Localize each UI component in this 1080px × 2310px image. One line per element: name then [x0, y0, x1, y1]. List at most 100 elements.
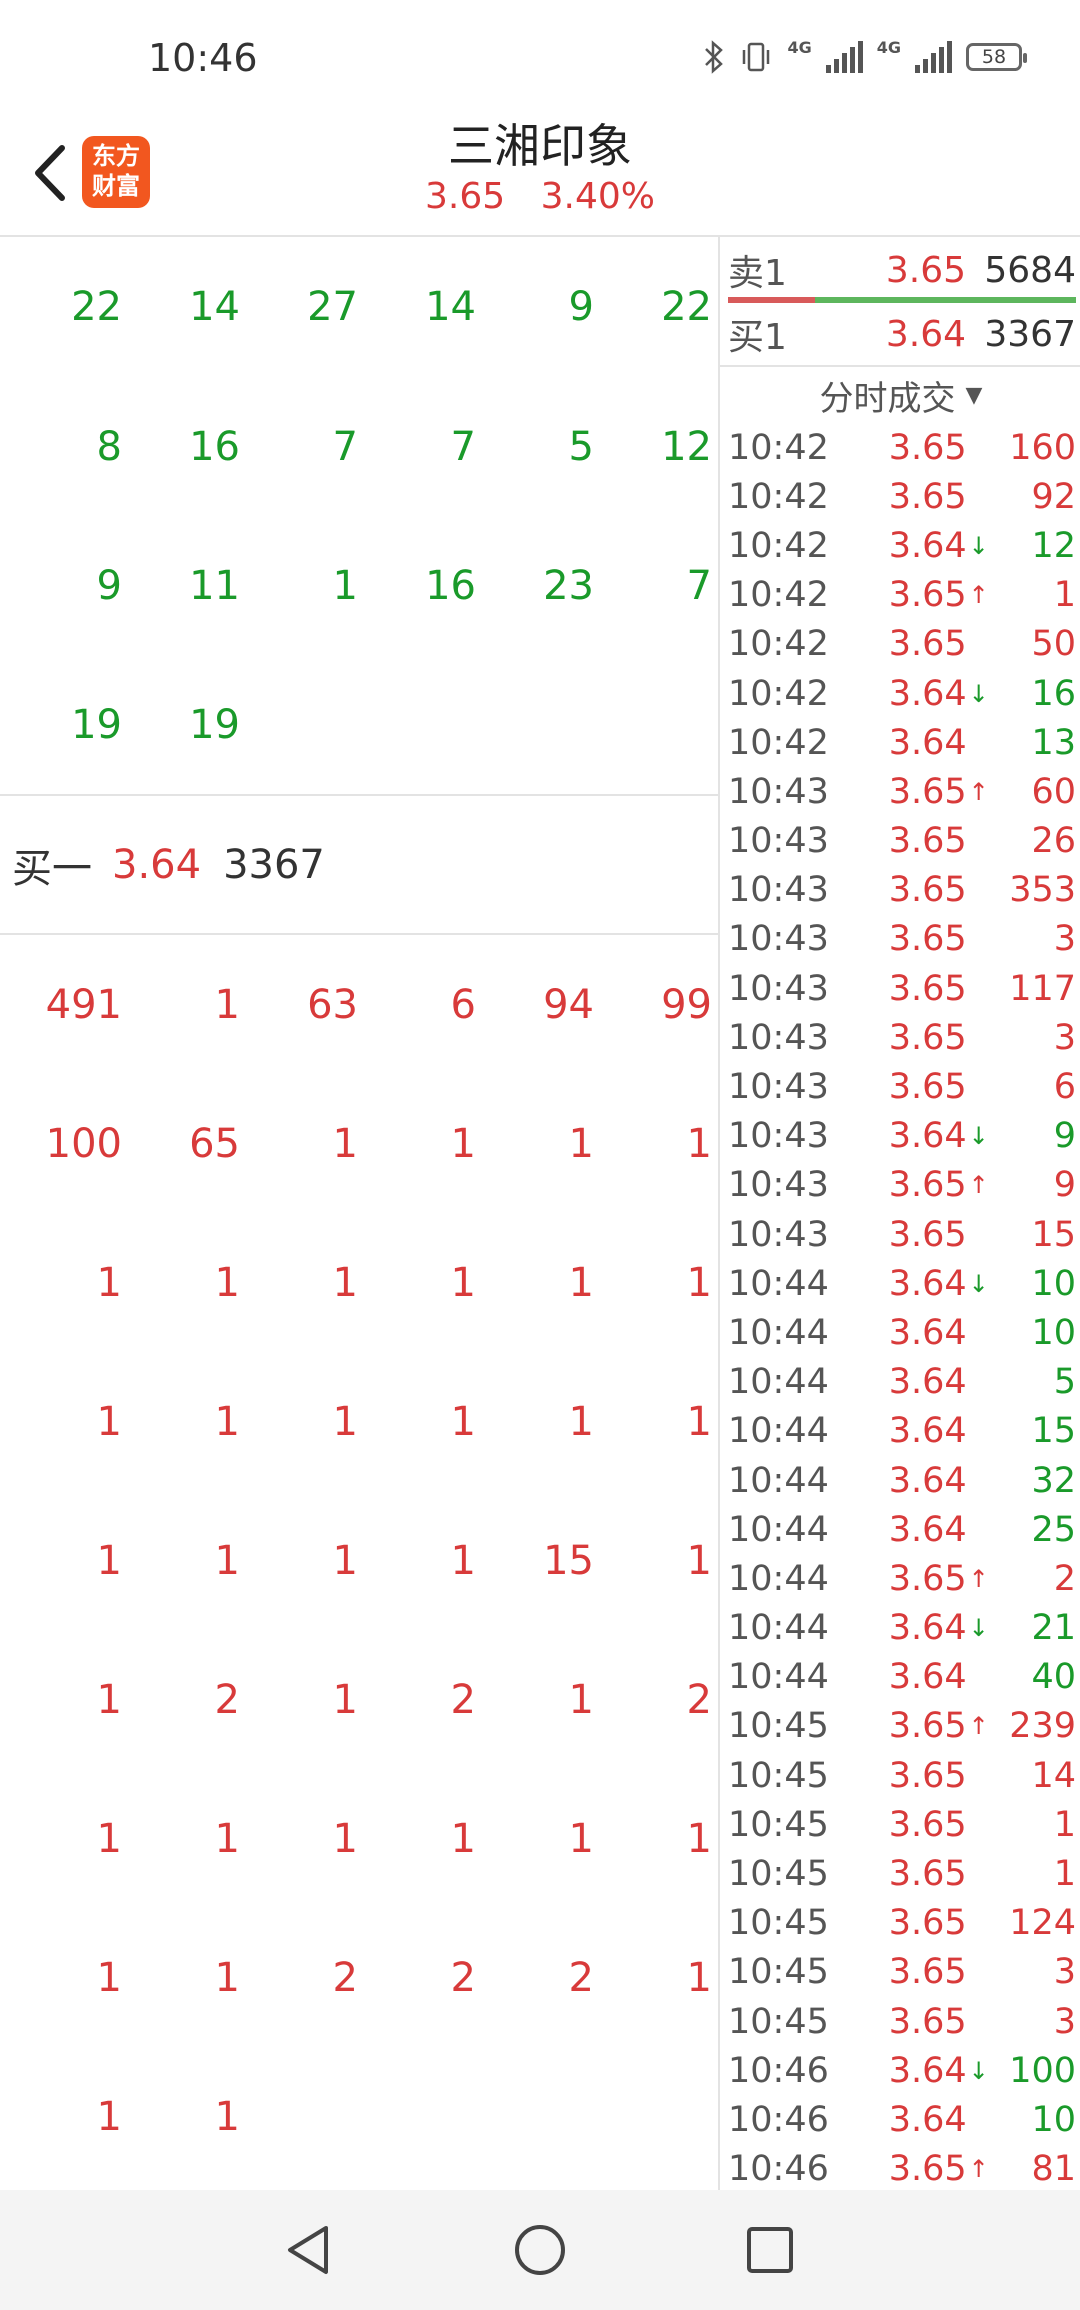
queue-order-volume: 65: [189, 1120, 240, 1167]
trade-row: 10:43 3.65 117: [728, 964, 1076, 1013]
trade-price: 3.65: [888, 427, 967, 468]
trade-row: 10:43 3.65 353: [728, 866, 1076, 915]
trade-time: 10:45: [728, 1706, 829, 1747]
signal-icon: [915, 41, 952, 73]
queue-order-volume: 1: [214, 1259, 240, 1306]
queue-order-volume: 63: [307, 981, 358, 1028]
queue-order-volume: 1: [568, 1815, 594, 1862]
trade-time: 10:44: [728, 1460, 829, 1501]
trade-row: 10:44 3.64 ↓ 10: [728, 1259, 1076, 1308]
trade-time: 10:44: [728, 1312, 829, 1353]
queue-row: 8 16 7 7 5 12: [0, 377, 718, 516]
trade-volume: 25: [1031, 1509, 1076, 1550]
queue-order-volume: 7: [450, 423, 476, 470]
order-book-ratio-bar: [728, 297, 1076, 303]
queue-order-volume: 19: [189, 701, 240, 748]
trade-price: 3.64: [888, 1116, 967, 1157]
trades-list[interactable]: 10:42 3.65 160 10:42 3.65 92 10:42 3.64 ↓ 12 10:42…: [728, 423, 1076, 2190]
queue-order-volume: 1: [686, 1954, 712, 2001]
queue-order-volume: 2: [450, 1676, 476, 1723]
status-bar: 10:46 4G 4G 58: [0, 0, 1080, 110]
arrow-up-icon: ↑: [968, 1171, 989, 1200]
trade-time: 10:43: [728, 1017, 829, 1058]
buy1-summary-row: 买一 3.64 3367: [0, 796, 718, 933]
nav-recent-icon[interactable]: [740, 2220, 800, 2280]
trade-row: 10:45 3.65 3: [728, 1997, 1076, 2046]
trade-price: 3.64: [888, 1657, 967, 1698]
trade-price: 3.65: [888, 870, 967, 911]
buy1-ob-volume: 3367: [984, 313, 1076, 355]
trades-dropdown[interactable]: 分时成交 ▼: [720, 367, 1080, 423]
trade-price: 3.65: [888, 2001, 967, 2042]
queue-order-volume: 14: [189, 284, 240, 330]
queue-row: 9 11 1 16 23 7: [0, 516, 718, 655]
trade-price: 3.65: [888, 1214, 967, 1255]
nav-home-icon[interactable]: [510, 2220, 570, 2280]
trade-time: 10:45: [728, 1952, 829, 1993]
queue-row: 1 1 1 1 1 1: [0, 1213, 718, 1352]
trade-volume: 3: [1053, 1017, 1076, 1058]
queue-order-volume: 7: [332, 423, 358, 470]
queue-order-volume: 5: [568, 423, 594, 470]
queue-order-volume: 12: [661, 423, 712, 470]
trade-price: 3.64: [888, 722, 967, 763]
trade-volume: 1: [1053, 1854, 1076, 1895]
queue-order-volume: 2: [332, 1954, 358, 2001]
network-type-label: 4G: [787, 38, 812, 57]
queue-order-volume: 1: [332, 562, 358, 609]
trade-volume: 10: [1031, 1263, 1076, 1304]
status-time: 10:46: [148, 36, 258, 80]
queue-order-volume: 1: [332, 1676, 358, 1723]
queue-row: 1 2 1 2 1 2: [0, 1630, 718, 1769]
trade-row: 10:45 3.65 3: [728, 1948, 1076, 1997]
queue-order-volume: 1: [214, 1954, 240, 2001]
trade-row: 10:43 3.65 6: [728, 1062, 1076, 1111]
trade-price: 3.65: [888, 1017, 967, 1058]
trade-volume: 16: [1031, 673, 1076, 714]
trade-row: 10:43 3.65 3: [728, 1013, 1076, 1062]
queue-order-volume: 1: [96, 1537, 122, 1584]
queue-row: 11: [0, 2047, 718, 2186]
order-book-buy1: 买1 3.64 3367: [728, 305, 1076, 363]
trade-volume: 3: [1053, 1952, 1076, 1993]
stock-name: 三湘印象: [448, 119, 632, 173]
trade-price: 3.64: [888, 2099, 967, 2140]
queue-order-volume: 1: [96, 1259, 122, 1306]
bluetooth-icon: [705, 40, 724, 74]
system-nav-bar: [0, 2190, 1080, 2310]
queue-order-volume: 1: [568, 1120, 594, 1167]
arrow-up-icon: ↑: [968, 1564, 989, 1593]
queue-order-volume: 1: [450, 1259, 476, 1306]
queue-row: 491 1 63 6 94 99: [0, 935, 718, 1074]
trade-volume: 1: [1053, 575, 1076, 616]
caret-down-icon: ▼: [965, 382, 983, 408]
trade-volume: 3: [1053, 919, 1076, 960]
queue-order-volume: 1: [450, 1815, 476, 1862]
trade-volume: 9: [1053, 1116, 1076, 1157]
queue-order-volume: 1: [332, 1120, 358, 1167]
arrow-down-icon: ↓: [968, 1269, 989, 1298]
trade-row: 10:45 3.65 ↑ 239: [728, 1702, 1076, 1751]
queue-order-volume: 99: [661, 981, 712, 1028]
trade-row: 10:44 3.64 15: [728, 1407, 1076, 1456]
trade-row: 10:43 3.65 ↑ 60: [728, 767, 1076, 816]
trade-volume: 124: [1009, 1903, 1076, 1944]
trade-price: 3.65: [888, 624, 967, 665]
trade-row: 10:44 3.64 40: [728, 1653, 1076, 1702]
trade-row: 10:42 3.64 13: [728, 718, 1076, 767]
nav-back-icon[interactable]: [280, 2220, 340, 2280]
trade-time: 10:42: [728, 673, 829, 714]
trade-volume: 10: [1031, 1312, 1076, 1353]
queue-row: 100 65 1 1 1 1: [0, 1074, 718, 1213]
trade-price: 3.64: [888, 1411, 967, 1452]
trade-price: 3.65: [888, 821, 967, 862]
trade-row: 10:42 3.65 ↑ 1: [728, 571, 1076, 620]
trade-row: 10:43 3.65 26: [728, 817, 1076, 866]
arrow-up-icon: ↑: [968, 2155, 989, 2184]
trade-time: 10:44: [728, 1657, 829, 1698]
trade-price: 3.65: [888, 575, 967, 616]
order-queue-panel: 22 14 27 14 9 22 8 16 7 7 5 12 9 11 1 16 23 7 19 19 买一 3.64…: [0, 237, 718, 2190]
queue-order-volume: 6: [450, 981, 476, 1028]
trade-price: 3.65: [888, 1854, 967, 1895]
trade-time: 10:43: [728, 821, 829, 862]
